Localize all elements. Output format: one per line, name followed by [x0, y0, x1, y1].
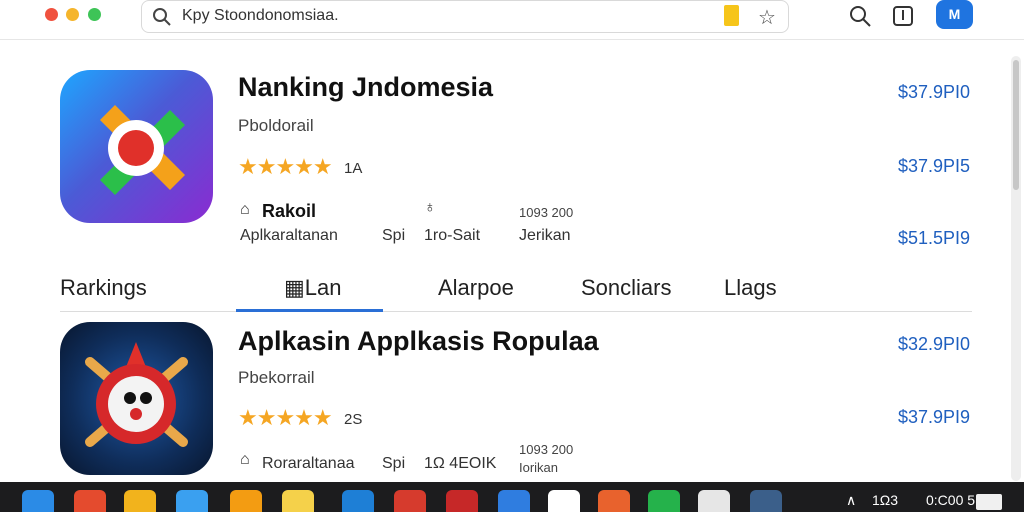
messages-icon[interactable]	[648, 490, 680, 512]
bookmark-icon[interactable]	[724, 5, 739, 26]
notification-icon[interactable]	[976, 494, 1002, 510]
minimize-window-button[interactable]	[66, 8, 79, 21]
price-label[interactable]: $32.9PI0	[860, 334, 970, 355]
tab-soncliars[interactable]: Soncliars	[581, 275, 671, 301]
app-size: 1ro-Sait	[424, 227, 481, 244]
info-icon: ♁	[424, 199, 436, 216]
photos-app-icon[interactable]	[548, 490, 580, 512]
notes-icon[interactable]	[282, 490, 314, 512]
price-label[interactable]: $37.9PI5	[860, 156, 970, 177]
app-icon[interactable]	[60, 322, 213, 475]
search-icon[interactable]	[848, 4, 872, 33]
tab-rankings[interactable]: Rarkings	[60, 275, 147, 301]
store-icon[interactable]	[342, 490, 374, 512]
account-button[interactable]: M	[936, 0, 973, 29]
app-icon[interactable]	[60, 70, 213, 223]
browser-toolbar: Kpy Stoondonomsiaa. ☆ M	[0, 0, 1024, 40]
grid-icon: ▦	[284, 275, 305, 300]
app-type: Aplkaraltanan	[240, 227, 338, 244]
tab-alarpoe[interactable]: Alarpoe	[438, 275, 514, 301]
files-icon[interactable]	[598, 490, 630, 512]
rating-count: 1A	[344, 160, 363, 177]
star-rating: ★★★★★	[238, 405, 333, 430]
search-icon	[152, 7, 172, 32]
category-icon: ⌂	[240, 201, 250, 218]
app-category: Rakoil	[262, 201, 317, 221]
tab-llags[interactable]: Llags	[724, 275, 777, 301]
app-title[interactable]: Nanking Jndomesia	[238, 72, 493, 103]
close-window-button[interactable]	[45, 8, 58, 21]
finder-icon[interactable]	[698, 490, 730, 512]
tray-chevron-icon[interactable]: ∧	[846, 492, 856, 509]
xcode-icon[interactable]	[498, 490, 530, 512]
chrome-icon[interactable]	[124, 490, 156, 512]
category-tabs: Rarkings ▦Lan Alarpoe Soncliars Llags	[60, 262, 972, 312]
price-label[interactable]: $37.9PI9	[860, 407, 970, 428]
category-icon: ⌂	[240, 451, 250, 468]
media-icon[interactable]	[446, 490, 478, 512]
photos-icon[interactable]	[230, 490, 262, 512]
app-title[interactable]: Aplkasin Applkasis Ropulaa	[238, 326, 599, 357]
share-icon[interactable]	[891, 4, 915, 33]
terminal-icon[interactable]	[750, 490, 782, 512]
active-tab-indicator	[236, 309, 383, 312]
app-language: Iorikan	[519, 460, 559, 475]
app-developer: Pboldorail	[238, 116, 314, 135]
app-developer: Pbekorrail	[238, 368, 315, 387]
star-rating: ★★★★★	[238, 154, 333, 179]
rating-count: 2S	[344, 411, 363, 428]
app-size: 1Ω 4EOIK	[424, 455, 497, 472]
edge-browser-icon[interactable]	[22, 490, 54, 512]
address-text: Kpy Stoondonomsiaa.	[182, 7, 339, 24]
app-type: Roraraltanaa	[262, 455, 355, 472]
scrollbar-thumb[interactable]	[1013, 60, 1019, 190]
app-language: Jerikan	[519, 227, 571, 244]
maximize-window-button[interactable]	[88, 8, 101, 21]
price-label[interactable]: $37.9PI0	[860, 82, 970, 103]
mail-icon[interactable]	[176, 490, 208, 512]
video-icon[interactable]	[394, 490, 426, 512]
price-label[interactable]: $51.5PI9	[860, 228, 970, 249]
release-date: 1093 200	[519, 442, 574, 457]
office-icon[interactable]	[74, 490, 106, 512]
favorite-star-icon[interactable]: ☆	[758, 5, 776, 30]
tray-status: 1Ω3	[872, 492, 899, 508]
tab-lan-label: Lan	[304, 275, 342, 300]
app-sp: Spi	[382, 227, 406, 244]
address-bar[interactable]: Kpy Stoondonomsiaa. ☆	[141, 0, 789, 33]
app-sp: Spi	[382, 455, 406, 472]
release-date: 1093 200	[519, 205, 574, 220]
tab-lan[interactable]: ▦Lan	[284, 275, 342, 301]
